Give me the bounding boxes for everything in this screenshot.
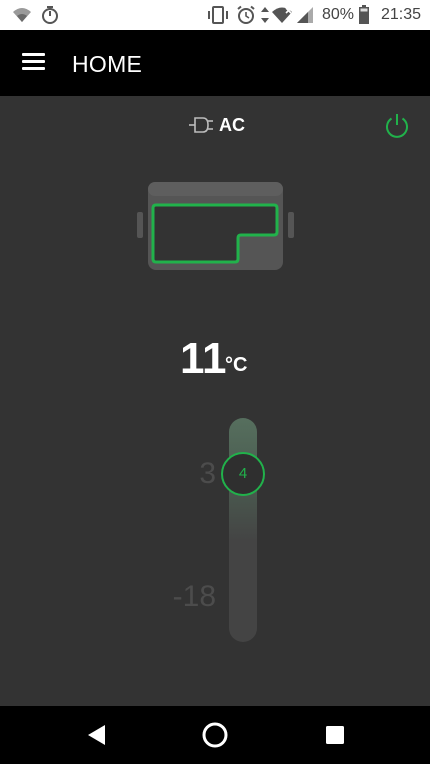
slider-min-label: -18 [172, 580, 216, 613]
wifi-signal-icon [13, 8, 31, 22]
plug-icon [189, 117, 213, 133]
home-icon[interactable] [200, 720, 230, 750]
slider-level-label: 4 [238, 465, 248, 482]
vibrate-icon [208, 6, 228, 24]
navigation-bar [0, 706, 430, 764]
wifi-icon [272, 7, 292, 23]
cell-signal-icon [297, 7, 313, 23]
status-clock: 21:35 [381, 6, 422, 23]
temperature-unit: °C [225, 354, 248, 376]
alarm-icon [237, 5, 255, 24]
temperature-value: 11 [180, 334, 227, 383]
recents-icon[interactable] [320, 720, 350, 750]
back-icon[interactable] [82, 720, 112, 750]
hamburger-menu-icon[interactable] [14, 44, 54, 80]
battery-percent: 80% [322, 6, 355, 23]
data-arrows-icon [261, 7, 269, 23]
power-icon[interactable] [383, 112, 411, 140]
fridge-compartment-diagram [137, 182, 294, 270]
power-source-label: AC [219, 115, 245, 135]
page-title: HOME [72, 51, 143, 77]
battery-icon [359, 5, 369, 24]
temperature-slider-thumb[interactable]: 4 [221, 452, 265, 496]
app-bar: HOME [0, 30, 430, 96]
status-bar: 80% 21:35 [0, 0, 430, 30]
stopwatch-icon [42, 6, 58, 24]
main-content: AC 11 °C 3 -18 4 [0, 96, 430, 706]
slider-max-label: 3 [199, 457, 216, 490]
temperature-display: 11 °C [0, 334, 430, 384]
